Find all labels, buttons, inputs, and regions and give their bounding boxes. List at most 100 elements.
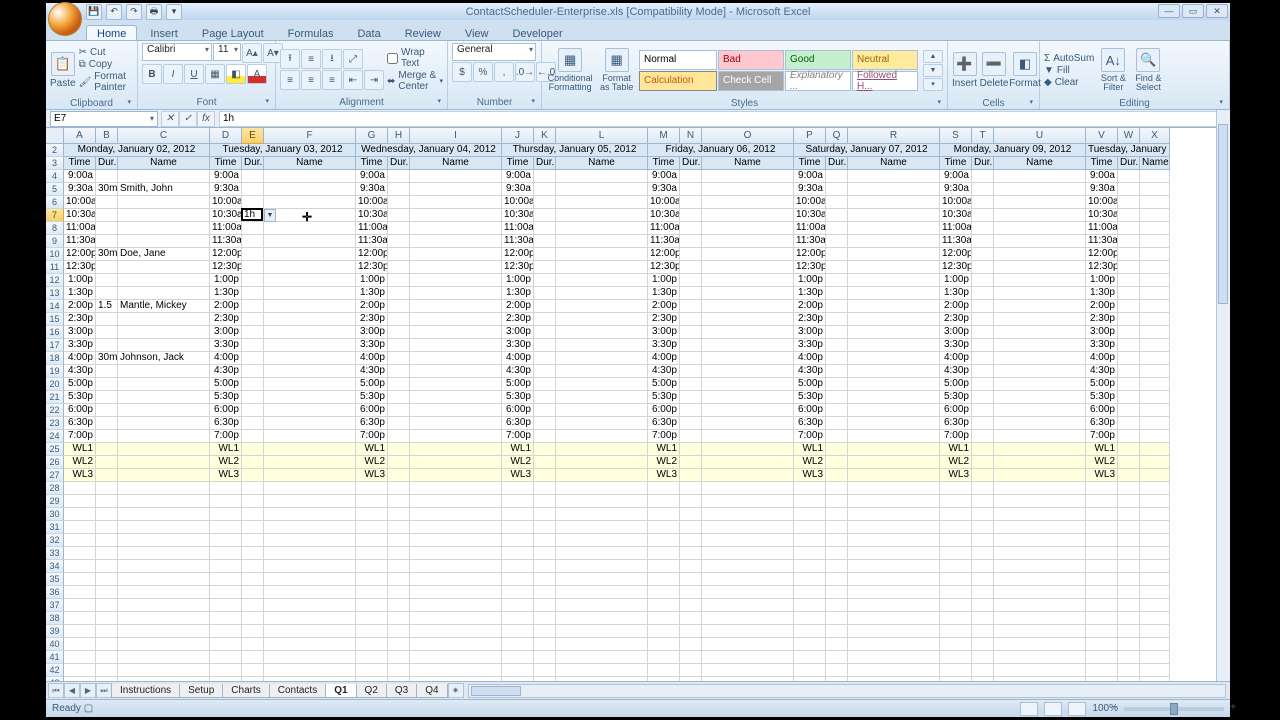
sub-header[interactable]: Dur. [972, 157, 994, 170]
style-followed-hyperlink[interactable]: Followed H... [852, 71, 918, 91]
cell[interactable] [1118, 508, 1140, 521]
cell[interactable]: Smith, John [118, 183, 210, 196]
cell[interactable] [702, 248, 794, 261]
cell[interactable] [1118, 209, 1140, 222]
style-normal[interactable]: Normal [639, 50, 717, 70]
day-header[interactable]: Saturday, January 07, 2012 [794, 144, 940, 157]
cell[interactable] [356, 508, 388, 521]
cell[interactable] [118, 560, 210, 573]
cell[interactable] [702, 560, 794, 573]
cell[interactable] [1118, 521, 1140, 534]
cell[interactable] [96, 287, 118, 300]
cell[interactable]: 11:30a [502, 235, 534, 248]
font-color-button[interactable]: A [247, 64, 267, 84]
cell[interactable] [1118, 352, 1140, 365]
cell[interactable] [96, 235, 118, 248]
cell[interactable] [848, 508, 940, 521]
cell[interactable]: 1:00p [502, 274, 534, 287]
cell[interactable] [1140, 222, 1170, 235]
cell[interactable] [648, 612, 680, 625]
cell[interactable] [680, 248, 702, 261]
cell[interactable] [210, 521, 242, 534]
cell[interactable] [118, 534, 210, 547]
cell[interactable]: 2:00p [356, 300, 388, 313]
cell[interactable]: 2:00p [1086, 300, 1118, 313]
cell[interactable] [1140, 443, 1170, 456]
cell[interactable] [210, 547, 242, 560]
increase-decimal-icon[interactable]: .0→ [515, 62, 535, 82]
cell[interactable] [264, 586, 356, 599]
cell[interactable]: WL3 [210, 469, 242, 482]
cell[interactable]: 6:30p [648, 417, 680, 430]
cell[interactable]: 2:00p [502, 300, 534, 313]
cell[interactable] [264, 430, 356, 443]
cell[interactable] [848, 391, 940, 404]
cell[interactable] [994, 235, 1086, 248]
cell[interactable] [118, 625, 210, 638]
cell[interactable] [356, 573, 388, 586]
cell[interactable]: 9:30a [210, 183, 242, 196]
formula-input[interactable]: 1h [219, 111, 1226, 127]
cell[interactable] [940, 495, 972, 508]
cell[interactable] [356, 651, 388, 664]
cell[interactable] [994, 599, 1086, 612]
cell[interactable] [648, 508, 680, 521]
cell[interactable] [410, 248, 502, 261]
cell[interactable] [242, 456, 264, 469]
cell[interactable] [388, 430, 410, 443]
cell[interactable] [242, 599, 264, 612]
cell[interactable] [1118, 248, 1140, 261]
cell[interactable] [556, 417, 648, 430]
sheet-tab-charts[interactable]: Charts [222, 684, 269, 698]
cell[interactable]: 12:00p [940, 248, 972, 261]
cell[interactable]: WL2 [210, 456, 242, 469]
cell[interactable] [1140, 508, 1170, 521]
cell[interactable]: 9:00a [794, 170, 826, 183]
cell[interactable] [972, 261, 994, 274]
cell[interactable] [242, 560, 264, 573]
cell[interactable] [410, 651, 502, 664]
cell[interactable] [648, 625, 680, 638]
cell[interactable]: 2:30p [356, 313, 388, 326]
cell[interactable] [794, 534, 826, 547]
cell[interactable] [534, 274, 556, 287]
cell[interactable] [826, 482, 848, 495]
cell[interactable] [1140, 430, 1170, 443]
column-header-B[interactable]: B [96, 128, 118, 144]
cell[interactable] [64, 625, 96, 638]
cell[interactable]: 12:30p [64, 261, 96, 274]
cell[interactable]: WL2 [940, 456, 972, 469]
cell[interactable] [96, 170, 118, 183]
cell-dropdown-icon[interactable]: ▼ [264, 209, 276, 222]
align-top-icon[interactable]: ⭱ [280, 49, 300, 69]
cell[interactable] [702, 183, 794, 196]
cell[interactable]: WL1 [64, 443, 96, 456]
cell[interactable] [994, 443, 1086, 456]
column-header-S[interactable]: S [940, 128, 972, 144]
cell[interactable] [356, 612, 388, 625]
cell[interactable] [972, 495, 994, 508]
cell[interactable]: 10:00a [648, 196, 680, 209]
cell[interactable] [64, 573, 96, 586]
cell[interactable] [534, 664, 556, 677]
cell[interactable] [680, 456, 702, 469]
style-calculation[interactable]: Calculation [639, 71, 717, 91]
cell[interactable] [264, 274, 356, 287]
cell[interactable]: 11:00a [356, 222, 388, 235]
cell[interactable] [994, 183, 1086, 196]
cell[interactable]: 1:30p [502, 287, 534, 300]
cell[interactable] [1140, 547, 1170, 560]
cell[interactable] [96, 586, 118, 599]
cell[interactable]: 1:30p [794, 287, 826, 300]
cell[interactable] [534, 534, 556, 547]
cell[interactable] [242, 495, 264, 508]
cell[interactable] [264, 534, 356, 547]
print-icon[interactable]: 🖶 [146, 4, 162, 20]
normal-view-icon[interactable] [1020, 702, 1038, 716]
cell[interactable] [356, 586, 388, 599]
comma-icon[interactable]: , [494, 62, 514, 82]
align-bottom-icon[interactable]: ⭳ [322, 49, 342, 69]
cell[interactable] [972, 196, 994, 209]
cell[interactable] [242, 378, 264, 391]
cell[interactable]: 9:30a [1086, 183, 1118, 196]
